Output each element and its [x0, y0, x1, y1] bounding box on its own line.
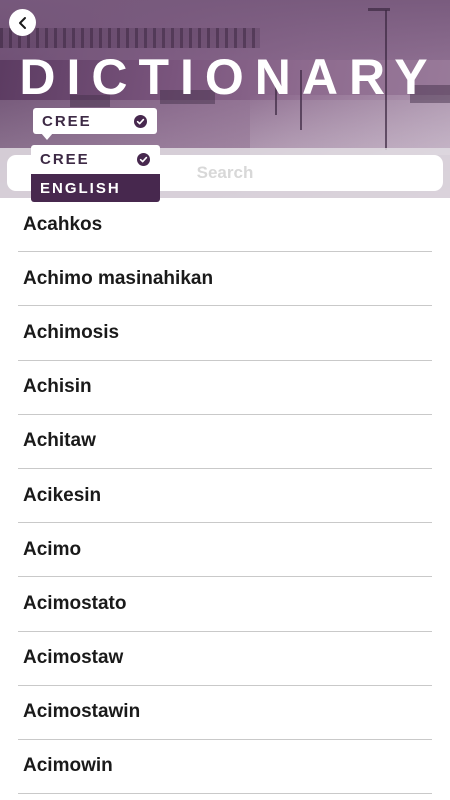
word-list: Acahkos Achimo masinahikan Achimosis Ach… [0, 198, 450, 795]
language-select[interactable]: CREE [33, 108, 157, 140]
list-item[interactable]: Acimostaw [18, 632, 432, 686]
list-item[interactable]: Acimowin [18, 740, 432, 795]
word-label: Achitaw [23, 430, 96, 452]
header-treeline [0, 28, 260, 48]
list-item[interactable]: Acahkos [18, 198, 432, 253]
language-option-english[interactable]: ENGLISH [31, 174, 160, 202]
list-item[interactable]: Acikesin [18, 469, 432, 524]
chevron-left-icon [18, 16, 26, 29]
list-item[interactable]: Acimostato [18, 577, 432, 632]
word-label: Acikesin [23, 484, 102, 506]
word-label: Achimo masinahikan [23, 267, 214, 289]
list-item[interactable]: Achimo masinahikan [18, 252, 432, 307]
word-label: Acimowin [23, 755, 113, 777]
word-label: Acimostato [23, 592, 127, 614]
word-label: Acahkos [23, 213, 103, 235]
word-label: Acimostaw [23, 647, 124, 669]
language-dropdown: CREE ENGLISH [31, 145, 160, 203]
word-label: Achimosis [23, 321, 120, 343]
list-item[interactable]: Achitaw [18, 415, 432, 469]
back-button[interactable] [9, 9, 36, 36]
language-select-caret [41, 133, 53, 140]
word-label: Achisin [23, 376, 92, 398]
word-label: Acimo [23, 538, 82, 560]
list-item[interactable]: Acimostawin [18, 686, 432, 740]
word-label: Acimostawin [23, 701, 141, 723]
check-circle-icon [137, 152, 150, 166]
language-option-label: ENGLISH [40, 179, 121, 197]
list-item[interactable]: Acimo [18, 523, 432, 578]
language-option-cree[interactable]: CREE [31, 145, 160, 173]
list-item[interactable]: Achimosis [18, 306, 432, 361]
header-pole-arm [368, 8, 390, 11]
language-option-label: CREE [40, 150, 90, 168]
page-title: DICTIONARY [19, 49, 439, 105]
check-circle-icon [134, 114, 147, 128]
language-select-label: CREE [42, 112, 92, 130]
list-item[interactable]: Achisin [18, 361, 432, 415]
